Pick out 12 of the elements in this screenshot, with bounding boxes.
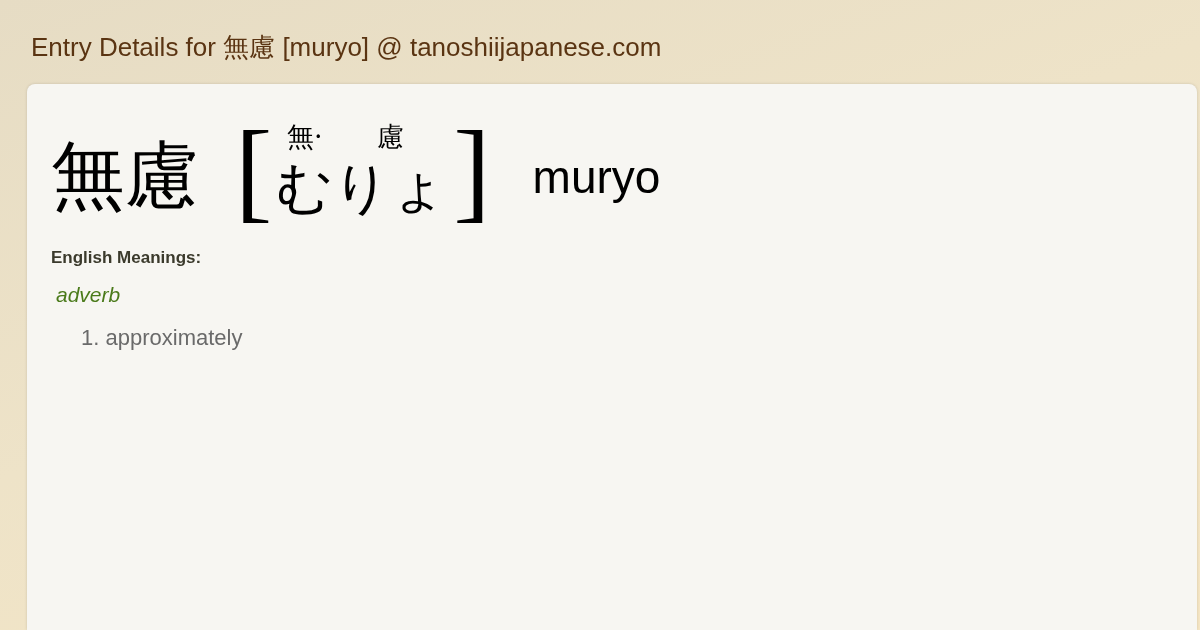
- part-of-speech: adverb: [56, 283, 121, 307]
- bracket: [: [235, 114, 273, 226]
- meanings-label: English Meanings:: [51, 248, 202, 268]
- furigana-kanji: 無·: [287, 123, 323, 150]
- bracket: ]: [453, 114, 491, 226]
- meaning-item: 1. approximately: [81, 325, 244, 351]
- kana-reading: む: [276, 160, 334, 216]
- kana-reading: りょ: [333, 160, 448, 216]
- furigana-kanji: 慮: [376, 123, 404, 150]
- headword: 無慮: [51, 138, 199, 212]
- page-title: Entry Details for 無慮 [muryo] @ tanoshiijapanese.com: [31, 31, 662, 64]
- romaji-reading: muryo: [532, 150, 661, 204]
